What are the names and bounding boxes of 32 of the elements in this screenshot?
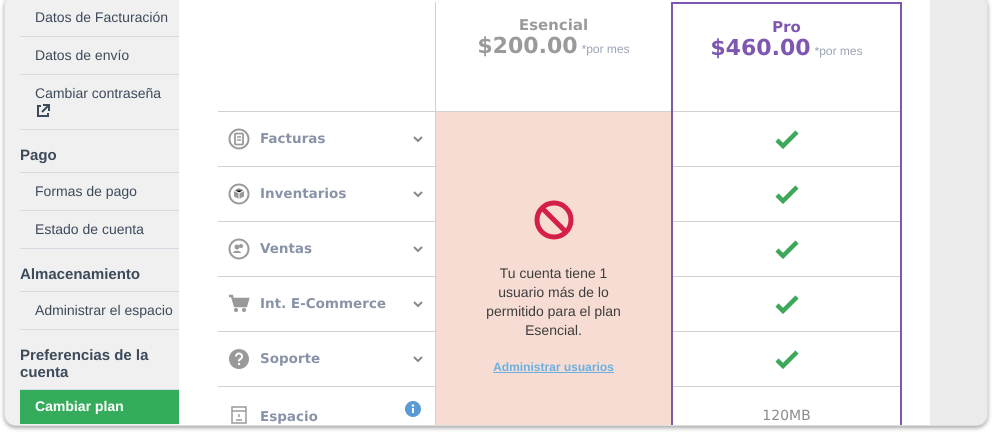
prohibited-icon <box>534 200 574 240</box>
help-icon <box>228 348 250 370</box>
checkmark-icon <box>774 238 798 260</box>
chevron-down-icon[interactable] <box>413 356 423 362</box>
info-icon[interactable] <box>405 401 421 417</box>
invoice-icon <box>228 128 250 150</box>
feature-label: Ventas <box>260 240 314 258</box>
feature-label: Facturas <box>260 130 326 148</box>
people-icon <box>228 238 250 260</box>
feature-label: Inventarios <box>260 185 348 203</box>
plan-name: Esencial <box>518 16 590 34</box>
chevron-down-icon[interactable] <box>413 136 423 142</box>
checkmark-icon <box>774 348 798 370</box>
external-link-icon <box>35 103 51 119</box>
plan-price: $460.00 <box>710 36 811 61</box>
plan-price: $200.00 <box>477 34 578 59</box>
feature-label: Soporte <box>260 350 322 368</box>
feature-label: Int. E-Commerce <box>260 295 388 313</box>
price-period: *por mes <box>814 44 863 58</box>
cart-icon <box>228 293 250 315</box>
chevron-down-icon[interactable] <box>413 190 423 198</box>
chevron-down-icon[interactable] <box>413 246 423 252</box>
checkmark-icon <box>774 293 798 315</box>
checkmark-icon <box>774 183 798 205</box>
checkmark-icon <box>774 128 798 150</box>
warning-message: Tu cuenta tiene 1 usuario más de lo permitido para el plan Esencial. <box>485 264 622 340</box>
feature-label: Espacio <box>260 408 319 425</box>
price-period: *por mes <box>582 42 630 56</box>
storage-value: 120MB <box>762 408 811 425</box>
box-icon <box>228 183 250 205</box>
plan-name: Pro <box>771 18 802 36</box>
chevron-down-icon[interactable] <box>413 300 423 308</box>
